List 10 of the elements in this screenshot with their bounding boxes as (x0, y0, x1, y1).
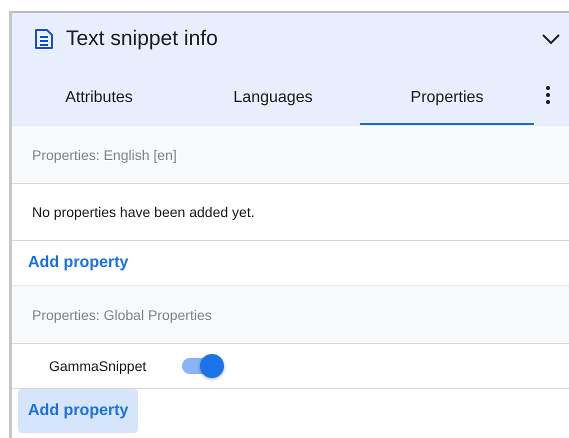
tab[interactable]: Languages (186, 65, 360, 125)
document-icon (34, 28, 54, 50)
tab[interactable]: Attributes (12, 65, 186, 125)
panel-title: Text snippet info (66, 27, 219, 51)
add-property-button[interactable]: Add property (18, 389, 138, 433)
property-name: GammaSnippet (49, 358, 146, 374)
chevron-icon[interactable] (541, 33, 561, 45)
empty-message: No properties have been added yet. (32, 204, 255, 220)
section-title: Properties: Global Properties (32, 306, 212, 322)
section-title: Properties: English [en] (32, 146, 177, 162)
